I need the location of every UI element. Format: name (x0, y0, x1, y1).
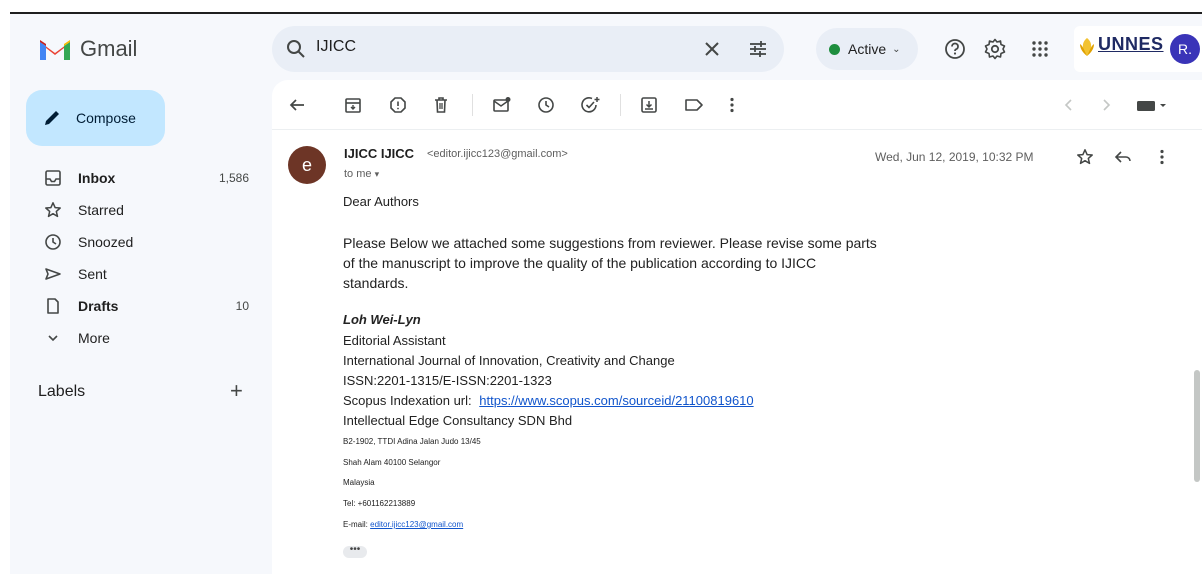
unnes-emblem-icon (1080, 38, 1094, 56)
archive-icon[interactable] (344, 96, 362, 114)
inbox-icon (45, 170, 61, 186)
report-spam-icon[interactable] (389, 96, 407, 114)
signature-email-label: E-mail: (343, 520, 368, 529)
reply-icon[interactable] (1114, 148, 1132, 166)
toolbar-divider (620, 94, 621, 116)
sidebar-item-count: 1,586 (218, 171, 249, 185)
signature-journal: International Journal of Innovation, Cre… (343, 353, 675, 368)
move-to-icon[interactable] (640, 96, 658, 114)
scopus-label: Scopus Indexation url: (343, 393, 472, 408)
signature-company: Intellectual Edge Consultancy SDN Bhd (343, 413, 573, 428)
status-selector[interactable]: Active ⌄ (816, 28, 918, 70)
more-vertical-icon[interactable] (728, 96, 736, 114)
signature-issn: ISSN:2201-1315/E-ISSN:2201-1323 (343, 373, 552, 388)
window-left-edge (0, 14, 10, 574)
signature-name: Loh Wei-Lyn (343, 312, 421, 327)
signature-address-1: B2-1902, TTDI Adina Jalan Judo 13/45 (343, 437, 481, 446)
draft-icon (47, 298, 59, 314)
email-greeting: Dear Authors (343, 194, 419, 209)
gmail-logo[interactable]: Gmail (38, 36, 137, 62)
scrollbar-thumb[interactable] (1194, 370, 1200, 482)
help-icon[interactable] (944, 38, 966, 60)
sender-avatar[interactable]: e (288, 146, 326, 184)
label-icon[interactable] (684, 96, 704, 114)
search-bar[interactable] (272, 26, 784, 72)
message-toolbar (272, 80, 1202, 130)
sender-name[interactable]: IJICC IJICC (344, 146, 414, 161)
pencil-icon (45, 111, 59, 125)
add-label-icon[interactable]: + (230, 378, 243, 404)
sidebar-item-label: More (78, 330, 110, 346)
caret-down-icon: ▾ (374, 169, 380, 179)
sidebar-item-label: Snoozed (78, 234, 134, 250)
recipient-label: to me (344, 168, 372, 180)
recipient-details[interactable]: to me ▾ (344, 168, 379, 180)
search-input[interactable] (316, 38, 696, 56)
gmail-m-icon (40, 40, 70, 60)
search-icon[interactable] (286, 39, 306, 59)
clock-icon (45, 234, 61, 250)
clear-search-icon[interactable] (704, 41, 720, 57)
more-vertical-icon[interactable] (1158, 148, 1166, 166)
message-view: e IJICC IJICC <editor.ijicc123@gmail.com… (272, 80, 1202, 574)
back-arrow-icon[interactable] (288, 96, 306, 114)
signature-tel: Tel: +601162213889 (343, 499, 416, 508)
settings-icon[interactable] (984, 38, 1006, 60)
chevron-down-icon (48, 335, 58, 342)
sidebar-item-drafts[interactable]: Drafts 10 (10, 290, 265, 322)
snooze-clock-icon[interactable] (537, 96, 555, 114)
signature-email-link[interactable]: editor.ijicc123@gmail.com (370, 520, 463, 529)
older-chevron-icon[interactable] (1100, 96, 1112, 114)
mark-unread-icon[interactable] (492, 96, 512, 114)
send-icon (45, 268, 61, 280)
organization-logo-text: UNNES (1098, 34, 1164, 54)
delete-icon[interactable] (432, 96, 450, 114)
add-task-icon[interactable] (581, 96, 601, 114)
status-dot (829, 43, 840, 55)
labels-heading: Labels (38, 383, 86, 400)
sidebar-item-label: Inbox (78, 170, 116, 186)
compose-label: Compose (76, 110, 136, 126)
scopus-link[interactable]: https://www.scopus.com/sourceid/21100819… (479, 393, 753, 408)
show-trimmed-content-button[interactable]: ••• (343, 545, 367, 558)
signature-address-2: Shah Alam 40100 Selangor (343, 458, 441, 467)
account-avatar[interactable]: R. (1170, 34, 1200, 64)
sidebar-item-more[interactable]: More (10, 322, 265, 354)
star-icon (45, 202, 61, 218)
newer-chevron-icon[interactable] (1063, 96, 1075, 114)
sidebar-item-label: Sent (78, 266, 107, 282)
sender-email: <editor.ijicc123@gmail.com> (427, 148, 568, 160)
chevron-down-icon: ⌄ (892, 43, 901, 55)
status-label: Active (848, 41, 887, 57)
signature-title: Editorial Assistant (343, 333, 446, 348)
sidebar-item-count: 10 (235, 299, 249, 313)
signature-scopus: Scopus Indexation url: https://www.scopu… (343, 393, 754, 408)
sidebar-item-sent[interactable]: Sent (10, 258, 265, 290)
sidebar-nav: Inbox 1,586 Starred Snoozed Sent Drafts … (10, 162, 265, 354)
search-options-icon[interactable] (748, 39, 768, 59)
compose-button[interactable]: Compose (26, 90, 165, 146)
sidebar-item-inbox[interactable]: Inbox 1,586 (10, 162, 265, 194)
apps-grid-icon[interactable] (1031, 40, 1049, 58)
email-paragraph: Please Below we attached some suggestion… (343, 235, 877, 291)
star-icon[interactable] (1076, 148, 1094, 166)
sidebar-item-starred[interactable]: Starred (10, 194, 265, 226)
toolbar-divider (472, 94, 473, 116)
window-top-edge (0, 0, 1202, 14)
signature-country: Malaysia (343, 478, 375, 487)
sidebar-item-label: Drafts (78, 298, 119, 314)
sidebar-item-snoozed[interactable]: Snoozed (10, 226, 265, 258)
input-tools-keyboard-icon[interactable] (1136, 96, 1168, 114)
signature-email: E-mail: editor.ijicc123@gmail.com (343, 520, 463, 529)
message-date: Wed, Jun 12, 2019, 10:32 PM (875, 150, 1034, 164)
app-name: Gmail (80, 36, 138, 61)
sidebar-item-label: Starred (78, 202, 124, 218)
